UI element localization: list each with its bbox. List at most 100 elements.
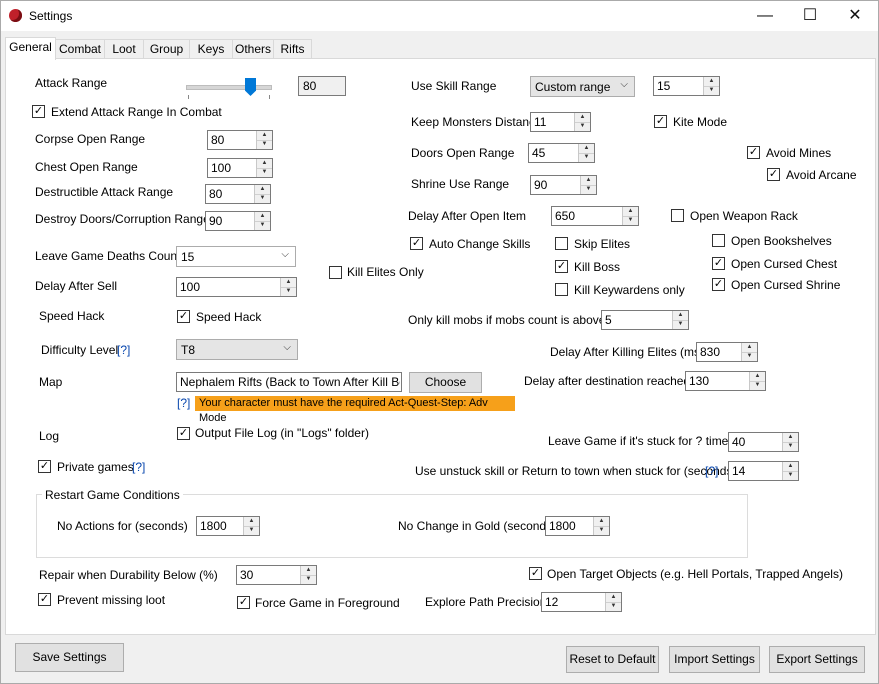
delay-after-sell-label: Delay After Sell — [35, 279, 118, 293]
use-skill-range-label: Use Skill Range — [411, 79, 497, 93]
speed-hack-check-label: Speed Hack — [196, 310, 262, 324]
open-cursed-shrine-checkbox[interactable]: ✓ — [712, 278, 725, 291]
corpse-open-range-field[interactable]: 80 ▲ ▼ — [207, 130, 273, 150]
skip-elites-checkbox[interactable] — [555, 237, 568, 250]
extend-attack-range-checkbox[interactable]: ✓ — [32, 105, 45, 118]
open-target-objects-label: Open Target Objects (e.g. Hell Portals, … — [547, 567, 843, 581]
spinner[interactable]: ▲ ▼ — [593, 517, 609, 535]
spinner[interactable]: ▲ ▼ — [578, 144, 594, 162]
delay-killing-elites-field[interactable]: 830 ▲ ▼ — [696, 342, 758, 362]
tab-loot[interactable]: Loot — [104, 39, 144, 59]
difficulty-level-label: Difficulty Level — [41, 343, 119, 357]
reset-to-default-button[interactable]: Reset to Default — [566, 646, 659, 673]
kill-elites-only-label: Kill Elites Only — [347, 265, 424, 279]
spinner[interactable]: ▲ ▼ — [280, 278, 296, 296]
auto-change-skills-label: Auto Change Skills — [429, 237, 531, 251]
open-cursed-chest-checkbox[interactable]: ✓ — [712, 257, 725, 270]
spinner[interactable]: ▲ ▼ — [254, 185, 270, 203]
explore-path-precision-field[interactable]: 12 ▲ ▼ — [541, 592, 622, 612]
speed-hack-checkbox[interactable]: ✓ — [177, 310, 190, 323]
tab-rifts[interactable]: Rifts — [273, 39, 312, 59]
private-games-checkbox[interactable]: ✓ — [38, 460, 51, 473]
spinner[interactable]: ▲ ▼ — [256, 131, 272, 149]
map-help-link[interactable]: [?] — [177, 396, 190, 410]
minimize-button[interactable]: — — [742, 1, 788, 31]
tab-others[interactable]: Others — [232, 39, 274, 59]
tab-general[interactable]: General — [5, 37, 56, 60]
open-bookshelves-checkbox[interactable] — [712, 234, 725, 247]
open-weapon-rack-checkbox[interactable] — [671, 209, 684, 222]
corpse-open-range-label: Corpse Open Range — [35, 132, 146, 146]
choose-map-button[interactable]: Choose — [409, 372, 482, 393]
private-games-help-link[interactable]: [?] — [132, 460, 145, 474]
use-skill-range-field[interactable]: 15 ▲ ▼ — [653, 76, 720, 96]
spinner[interactable]: ▲ ▼ — [256, 159, 272, 177]
spinner[interactable]: ▲ ▼ — [254, 212, 270, 230]
tab-group[interactable]: Group — [143, 39, 190, 59]
spinner[interactable]: ▲ ▼ — [703, 77, 719, 95]
app-logo-icon — [9, 9, 22, 22]
no-gold-change-field[interactable]: 1800 ▲ ▼ — [545, 516, 610, 536]
private-games-label: Private games — [57, 460, 134, 474]
tab-keys[interactable]: Keys — [189, 39, 233, 59]
open-bookshelves-label: Open Bookshelves — [731, 234, 832, 248]
kill-boss-checkbox[interactable]: ✓ — [555, 260, 568, 273]
difficulty-help-link[interactable]: [?] — [117, 343, 130, 357]
spinner[interactable]: ▲ ▼ — [605, 593, 621, 611]
output-file-log-checkbox[interactable]: ✓ — [177, 427, 190, 440]
leave-game-deaths-combo[interactable]: 15 ⌵ — [176, 246, 296, 267]
avoid-arcane-checkbox[interactable]: ✓ — [767, 168, 780, 181]
delay-destination-label: Delay after destination reached — [524, 374, 691, 388]
save-settings-button[interactable]: Save Settings — [15, 643, 124, 672]
delay-after-sell-field[interactable]: 100 ▲ ▼ — [176, 277, 297, 297]
delay-after-open-item-field[interactable]: 650 ▲ ▼ — [551, 206, 639, 226]
keep-monsters-distance-field[interactable]: 11 ▲ ▼ — [530, 112, 591, 132]
kill-keywardens-checkbox[interactable] — [555, 283, 568, 296]
spinner[interactable]: ▲ ▼ — [749, 372, 765, 390]
destroy-doors-field[interactable]: 90 ▲ ▼ — [205, 211, 271, 231]
chest-open-range-field[interactable]: 100 ▲ ▼ — [207, 158, 273, 178]
unstuck-field[interactable]: 14 ▲ ▼ — [728, 461, 799, 481]
avoid-mines-checkbox[interactable]: ✓ — [747, 146, 760, 159]
map-field[interactable]: Nephalem Rifts (Back to Town After Kill … — [176, 372, 402, 392]
doors-open-range-field[interactable]: 45 ▲ ▼ — [528, 143, 595, 163]
open-target-objects-checkbox[interactable]: ✓ — [529, 567, 542, 580]
spinner[interactable]: ▲ ▼ — [782, 462, 798, 480]
destructible-attack-range-field[interactable]: 80 ▲ ▼ — [205, 184, 271, 204]
only-kill-mobs-field[interactable]: 5 ▲ ▼ — [601, 310, 689, 330]
kite-mode-checkbox[interactable]: ✓ — [654, 115, 667, 128]
spinner[interactable]: ▲ ▼ — [574, 113, 590, 131]
difficulty-combo[interactable]: T8 ⌵ — [176, 339, 298, 360]
chevron-down-icon: ⌵ — [620, 79, 628, 90]
prevent-missing-loot-checkbox[interactable]: ✓ — [38, 593, 51, 606]
auto-change-skills-checkbox[interactable]: ✓ — [410, 237, 423, 250]
import-settings-button[interactable]: Import Settings — [669, 646, 760, 673]
spinner[interactable]: ▲ ▼ — [580, 176, 596, 194]
no-actions-field[interactable]: 1800 ▲ ▼ — [196, 516, 260, 536]
unstuck-help-link[interactable]: [?] — [705, 464, 718, 478]
export-settings-button[interactable]: Export Settings — [769, 646, 865, 673]
tab-combat[interactable]: Combat — [55, 39, 105, 59]
force-foreground-checkbox[interactable]: ✓ — [237, 596, 250, 609]
attack-range-slider[interactable] — [186, 85, 272, 90]
shrine-use-range-field[interactable]: 90 ▲ ▼ — [530, 175, 597, 195]
unstuck-label: Use unstuck skill or Return to town when… — [415, 464, 737, 478]
repair-durability-field[interactable]: 30 ▲ ▼ — [236, 565, 317, 585]
spinner[interactable]: ▲ ▼ — [782, 433, 798, 451]
spinner[interactable]: ▲ ▼ — [672, 311, 688, 329]
output-file-log-label: Output File Log (in "Logs" folder) — [195, 426, 369, 440]
spinner[interactable]: ▲ ▼ — [243, 517, 259, 535]
no-actions-label: No Actions for (seconds) — [57, 519, 188, 533]
spinner[interactable]: ▲ ▼ — [622, 207, 638, 225]
spinner[interactable]: ▲ ▼ — [741, 343, 757, 361]
kill-elites-only-checkbox[interactable] — [329, 266, 342, 279]
spinner[interactable]: ▲ ▼ — [300, 566, 316, 584]
delay-killing-elites-label: Delay After Killing Elites (ms) — [550, 345, 705, 359]
maximize-button[interactable]: ☐ — [787, 1, 833, 31]
delay-destination-field[interactable]: 130 ▲ ▼ — [685, 371, 766, 391]
settings-window: Settings — ☐ ✕ General Combat Loot Group… — [0, 0, 879, 684]
close-button[interactable]: ✕ — [832, 1, 878, 31]
no-gold-change-label: No Change in Gold (seconds) — [398, 519, 557, 533]
leave-game-stuck-field[interactable]: 40 ▲ ▼ — [728, 432, 799, 452]
use-skill-range-combo[interactable]: Custom range ⌵ — [530, 76, 635, 97]
